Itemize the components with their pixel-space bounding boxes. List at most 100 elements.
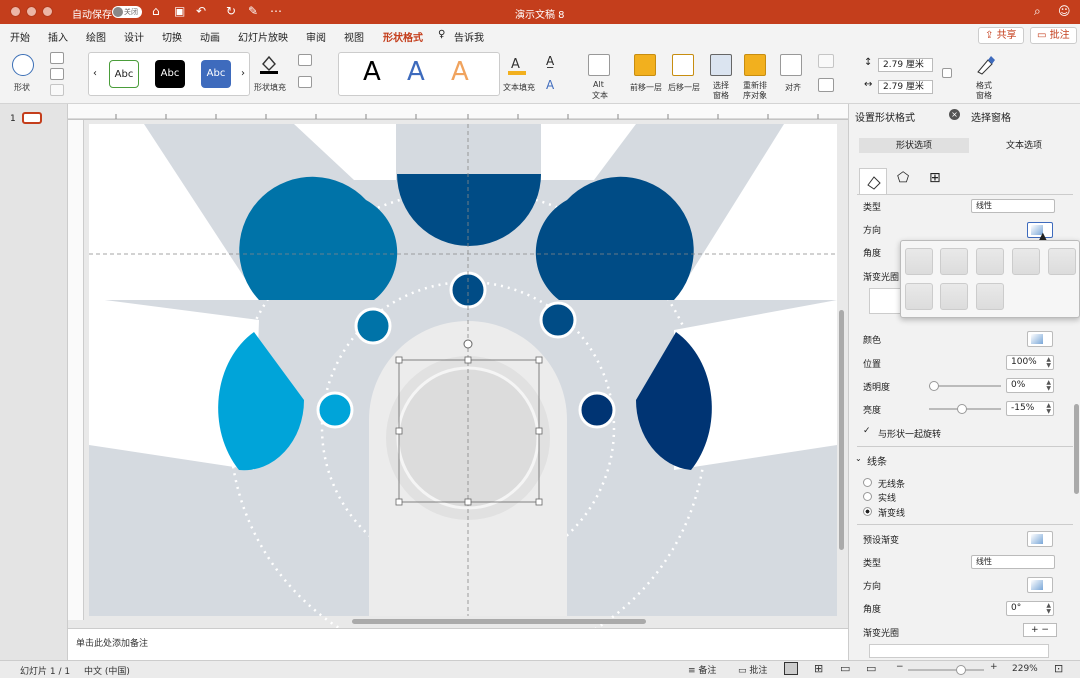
account-icon[interactable]: ☺ bbox=[1058, 4, 1071, 18]
angle2-input[interactable]: 0° ▲ ▼ bbox=[1006, 601, 1054, 616]
shapes-icon[interactable] bbox=[12, 54, 34, 76]
direction-option[interactable] bbox=[940, 283, 968, 310]
transparency-spinner-icon[interactable]: ▲ ▼ bbox=[1046, 380, 1051, 392]
paint-bucket-icon[interactable] bbox=[258, 52, 280, 74]
comments-button[interactable]: ▭ 批注 bbox=[1030, 27, 1077, 44]
reorder-objects-icon[interactable] bbox=[744, 54, 766, 76]
fit-slide-icon[interactable]: ⊡ bbox=[1054, 662, 1063, 675]
shape-outline-icon[interactable] bbox=[298, 54, 312, 66]
slide-thumbnail[interactable] bbox=[22, 112, 42, 124]
save-icon[interactable]: ▣ bbox=[174, 4, 185, 18]
angle2-spinner-icon[interactable]: ▲ ▼ bbox=[1046, 603, 1051, 615]
brightness-spinner-icon[interactable]: ▲ ▼ bbox=[1046, 403, 1051, 415]
edit-icon[interactable]: ✎ bbox=[248, 4, 258, 18]
align-icon[interactable] bbox=[780, 54, 802, 76]
close-panel-icon[interactable]: × bbox=[949, 109, 960, 120]
wordart-black[interactable]: A bbox=[363, 57, 381, 87]
slideshow-icon[interactable]: ▭ bbox=[866, 662, 876, 675]
notes-pane[interactable]: 单击此处添加备注 bbox=[68, 628, 848, 660]
style-blue[interactable]: Abc bbox=[201, 60, 231, 88]
gradient-stops2-bar[interactable] bbox=[869, 644, 1049, 658]
direction-option[interactable] bbox=[1012, 248, 1040, 275]
transparency-knob[interactable] bbox=[929, 381, 939, 391]
zoom-in-icon[interactable]: + bbox=[990, 662, 998, 672]
chevron-left-icon[interactable]: ‹ bbox=[93, 68, 97, 79]
tab-design[interactable]: 设计 bbox=[124, 29, 144, 44]
slide-canvas[interactable] bbox=[84, 120, 848, 668]
fill-line-icon[interactable] bbox=[859, 168, 887, 194]
add-remove-stop-buttons[interactable]: + − bbox=[1023, 623, 1057, 637]
wordart-orange[interactable]: A bbox=[451, 57, 469, 87]
tab-slideshow[interactable]: 幻灯片放映 bbox=[238, 29, 288, 44]
undo-icon[interactable]: ↶ bbox=[196, 4, 206, 18]
merge-shapes-icon[interactable] bbox=[50, 84, 64, 96]
minimize-window-button[interactable] bbox=[26, 6, 37, 17]
wordart-blue[interactable]: A bbox=[407, 57, 425, 87]
tab-view[interactable]: 视图 bbox=[344, 29, 364, 44]
position-input[interactable]: 100% ▲ ▼ bbox=[1006, 355, 1054, 370]
shape-effects-icon[interactable] bbox=[298, 76, 312, 88]
zoom-level[interactable]: 229% bbox=[1012, 664, 1038, 674]
zoom-out-icon[interactable]: − bbox=[896, 662, 904, 672]
width-field[interactable]: 2.79 厘米 bbox=[878, 80, 933, 94]
brightness-knob[interactable] bbox=[957, 404, 967, 414]
autosave-toggle[interactable]: 关闭 bbox=[112, 6, 142, 18]
type2-select[interactable]: 线性 bbox=[971, 555, 1055, 569]
panel-scrollbar[interactable] bbox=[1074, 404, 1079, 494]
direction-option[interactable] bbox=[905, 248, 933, 275]
zoom-window-button[interactable] bbox=[42, 6, 53, 17]
tab-insert[interactable]: 插入 bbox=[48, 29, 68, 44]
zoom-slider[interactable] bbox=[908, 665, 984, 675]
height-field[interactable]: 2.79 厘米 bbox=[878, 58, 933, 72]
chevron-right-icon[interactable]: › bbox=[241, 68, 245, 79]
reading-view-icon[interactable]: ▭ bbox=[840, 662, 850, 675]
size-properties-icon[interactable]: ⊞ bbox=[929, 170, 941, 186]
rotate-icon[interactable] bbox=[818, 78, 834, 92]
style-outline[interactable]: Abc bbox=[109, 60, 139, 88]
tab-tell-me[interactable]: 告诉我 bbox=[454, 29, 484, 44]
selection-pane-icon[interactable] bbox=[710, 54, 732, 76]
preset-gradient-button[interactable] bbox=[1027, 531, 1053, 547]
text-box-icon[interactable] bbox=[50, 68, 64, 80]
direction-option[interactable] bbox=[905, 283, 933, 310]
collapse-line-icon[interactable]: ⌄ bbox=[855, 454, 862, 463]
close-window-button[interactable] bbox=[10, 6, 21, 17]
language-indicator[interactable]: 中文 (中国) bbox=[84, 664, 130, 677]
brightness-input[interactable]: -15% ▲ ▼ bbox=[1006, 401, 1054, 416]
text-options-tab[interactable]: 文本选项 bbox=[969, 138, 1079, 153]
shape-options-tab[interactable]: 形状选项 bbox=[859, 138, 969, 153]
transparency-input[interactable]: 0% ▲ ▼ bbox=[1006, 378, 1054, 393]
tab-review[interactable]: 审阅 bbox=[306, 29, 326, 44]
edit-shape-icon[interactable] bbox=[50, 52, 64, 64]
search-icon[interactable]: ⌕ bbox=[1034, 4, 1041, 19]
line-section-label[interactable]: 线条 bbox=[867, 453, 887, 468]
no-line-radio[interactable] bbox=[863, 478, 872, 487]
normal-view-icon[interactable] bbox=[784, 662, 798, 675]
brightness-slider[interactable] bbox=[929, 404, 1001, 414]
slide-sorter-icon[interactable]: ⊞ bbox=[814, 662, 823, 675]
rotate-with-shape-checkbox[interactable]: ✓ bbox=[863, 426, 873, 436]
lock-ratio-icon[interactable] bbox=[942, 68, 952, 78]
tab-draw[interactable]: 绘图 bbox=[86, 29, 106, 44]
share-button[interactable]: ⇪ 共享 bbox=[978, 27, 1024, 44]
home-icon[interactable]: ⌂ bbox=[152, 4, 160, 18]
text-fill-icon[interactable]: A bbox=[506, 54, 528, 76]
effects-icon[interactable]: ⬠ bbox=[897, 170, 909, 186]
notes-toggle-button[interactable]: ≡ 备注 bbox=[688, 663, 716, 676]
text-outline-icon[interactable]: A̲ bbox=[546, 54, 554, 68]
color-button[interactable] bbox=[1027, 331, 1053, 347]
text-effects-icon[interactable]: A bbox=[546, 78, 554, 92]
style-black[interactable]: Abc bbox=[155, 60, 185, 88]
solid-line-radio[interactable] bbox=[863, 492, 872, 501]
more-icon[interactable]: ⋯ bbox=[270, 4, 282, 18]
gradient-line-radio[interactable] bbox=[863, 507, 872, 516]
tab-home[interactable]: 开始 bbox=[10, 29, 30, 44]
transparency-slider[interactable] bbox=[929, 381, 1001, 391]
direction-option[interactable] bbox=[976, 248, 1004, 275]
send-backward-icon[interactable] bbox=[672, 54, 694, 76]
redo-icon[interactable]: ↻ bbox=[226, 4, 236, 18]
group-icon[interactable] bbox=[818, 54, 834, 68]
direction2-button[interactable] bbox=[1027, 577, 1053, 593]
direction-option[interactable] bbox=[976, 283, 1004, 310]
alt-text-icon[interactable] bbox=[588, 54, 610, 76]
